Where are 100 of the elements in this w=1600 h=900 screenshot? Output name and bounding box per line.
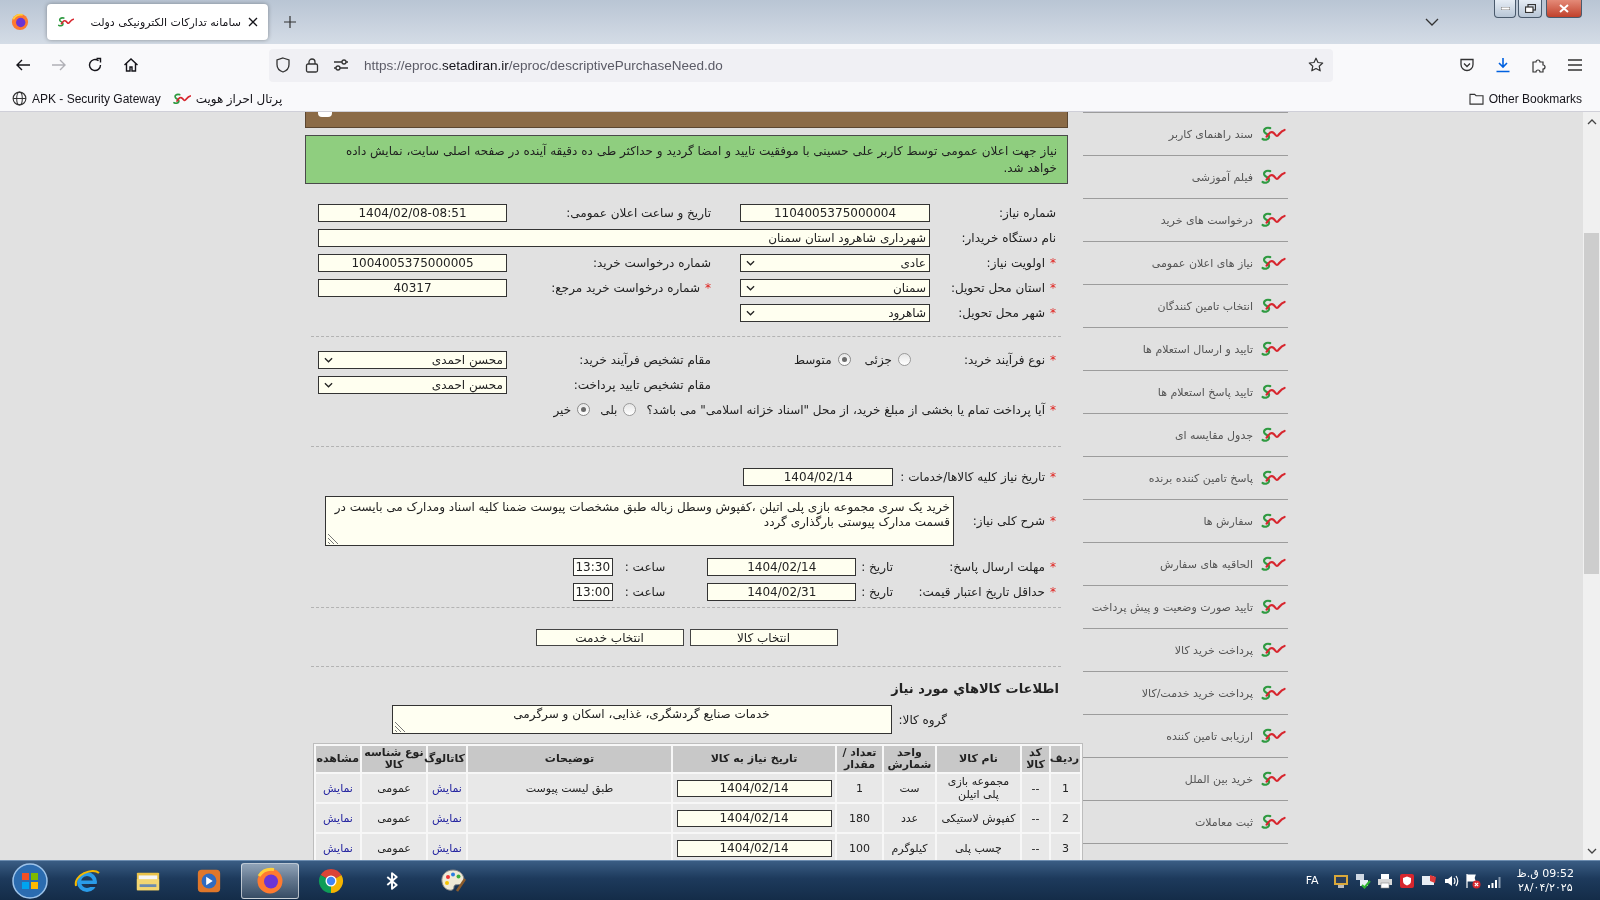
table-cell: چسب پلی xyxy=(937,834,1020,860)
restore-button[interactable] xyxy=(1518,0,1542,18)
select-field[interactable]: محسن احمدی xyxy=(318,375,507,394)
shield-tile-icon[interactable] xyxy=(1398,872,1415,889)
date-field[interactable]: 1404/02/31 xyxy=(707,582,857,601)
sidebar-item[interactable]: ثبت معاملات xyxy=(1083,801,1288,844)
show-link[interactable]: نمایش xyxy=(432,781,462,795)
scroll-up-icon[interactable] xyxy=(1586,119,1597,125)
reload-icon[interactable] xyxy=(87,57,103,73)
sidebar-item[interactable]: خرید بین الملل xyxy=(1083,758,1288,801)
browser-logo-icon[interactable] xyxy=(11,13,29,31)
column-header: توضیحات xyxy=(468,746,671,772)
radio-button[interactable] xyxy=(837,353,851,366)
radio-button[interactable] xyxy=(898,353,911,366)
sidebar-item[interactable]: سفارش ها xyxy=(1083,500,1288,543)
network-icon[interactable] xyxy=(1354,872,1371,889)
sidebar-item[interactable]: تایید پاسخ استعلام ها xyxy=(1083,371,1288,414)
show-link[interactable]: نمایش xyxy=(323,841,353,855)
success-message: نیاز جهت اعلان عمومی توسط کاربر علی حسینی با موفقیت تایید و امضا گردید و حداکثر طی ده دقیقه آینده در صفحه اصلی سایت، نمایش داده خواهد شد. xyxy=(305,135,1068,184)
time-field[interactable]: 13:30 xyxy=(572,557,613,576)
resize-grip-icon[interactable] xyxy=(327,532,339,544)
flag-alert-icon[interactable] xyxy=(1464,872,1481,889)
home-icon[interactable] xyxy=(123,57,139,73)
field-label: نام دستگاه خریدار: xyxy=(961,230,1056,245)
sidebar-item[interactable]: نیاز های اعلان عمومی xyxy=(1083,242,1288,285)
goods-group-field[interactable]: خدمات صنایع گردشگری، غذایی، اسکان و سرگرمی xyxy=(391,705,892,734)
sidebar-item[interactable]: فیلم آموزشی xyxy=(1083,156,1288,199)
radio-button[interactable] xyxy=(577,403,591,416)
sidebar-item[interactable]: جدول مقایسه ای xyxy=(1083,414,1288,457)
sidebar-item[interactable]: تایید صورت وضعیت و پیش پرداخت xyxy=(1083,586,1288,629)
bookmark-item[interactable]: پرتال احراز هویت xyxy=(170,91,283,106)
language-indicator[interactable]: FA xyxy=(1305,874,1319,887)
chevron-shield-icon[interactable] xyxy=(1459,57,1475,73)
plus-icon[interactable] xyxy=(284,16,296,28)
radio-button[interactable] xyxy=(623,403,637,416)
date-field[interactable]: 1404/02/14 xyxy=(707,557,857,576)
date-field[interactable]: 1404/02/14 xyxy=(676,809,832,827)
sidebar-item[interactable]: پرداخت خرید کالا xyxy=(1083,629,1288,672)
show-link[interactable]: نمایش xyxy=(432,841,462,855)
shield-icon[interactable] xyxy=(275,57,291,73)
chevron-down-icon[interactable] xyxy=(1425,18,1439,26)
scrollbar[interactable] xyxy=(1583,112,1600,860)
monitor-icon[interactable] xyxy=(1332,872,1349,889)
select-field[interactable]: عادی xyxy=(740,253,930,272)
lock-icon[interactable] xyxy=(304,57,320,73)
sidebar-item[interactable]: تایید و ارسال استعلام ها xyxy=(1083,328,1288,371)
select-item-button[interactable]: انتخاب کالا xyxy=(689,629,838,646)
star-icon[interactable] xyxy=(1308,57,1324,73)
taskbar-button[interactable] xyxy=(241,862,299,899)
text-field[interactable]: 1104005375000004 xyxy=(740,203,930,222)
browser-tab[interactable]: سامانه تدارکات الکترونیکی دولت xyxy=(47,4,268,40)
date-field[interactable]: 1404/02/14 xyxy=(676,779,832,797)
table-cell: طبق لیست پیوست xyxy=(468,774,671,802)
folder-icon xyxy=(1468,92,1484,105)
table-cell: 1 xyxy=(1051,774,1080,802)
select-field[interactable]: محسن احمدی xyxy=(318,350,507,369)
bookmark-item[interactable]: APK - Security Gateway xyxy=(12,91,161,106)
download-icon[interactable] xyxy=(1495,57,1511,73)
sidebar-item[interactable]: سند راهنمای کاربر xyxy=(1083,113,1288,156)
sidebar-item[interactable]: درخواست های خرید xyxy=(1083,199,1288,242)
address-bar[interactable]: https://eproc.setadiran.ir/eproc/descriptivePurchaseNeed.do xyxy=(269,48,1333,82)
date-field[interactable]: 1404/02/14 xyxy=(676,839,832,857)
scroll-thumb[interactable] xyxy=(1584,233,1599,574)
scroll-down-icon[interactable] xyxy=(1586,848,1597,854)
permissions-icon[interactable] xyxy=(333,57,349,73)
clock-time[interactable]: 09:52 ق.ظ xyxy=(1516,866,1574,881)
text-field[interactable]: 1404/02/08-08:51 xyxy=(318,203,507,222)
show-link[interactable]: نمایش xyxy=(323,811,353,825)
table-cell: کیلوگرم xyxy=(884,834,935,860)
resize-grip-icon[interactable] xyxy=(393,720,406,732)
required-mark: * xyxy=(1050,255,1056,270)
select-item-button[interactable]: انتخاب خدمت xyxy=(535,629,684,646)
date-field[interactable]: 1404/02/14 xyxy=(743,467,894,486)
description-field[interactable]: خرید یک سری مجموعه بازی پلی اتیلن ،کفپوش وسطل زباله طبق مشخصات پیوست ضمنا کلیه اسناد ومدارک می بایست در قسمت مدارک پیوستی بارگذاری گردد xyxy=(325,496,954,546)
printer-icon[interactable] xyxy=(1376,872,1393,889)
sidebar-item[interactable]: پرداخت خرید خدمت/کالا xyxy=(1083,672,1288,715)
show-link[interactable]: نمایش xyxy=(432,811,462,825)
select-field[interactable]: شاهرود xyxy=(740,303,930,322)
menu-icon[interactable] xyxy=(1567,57,1583,73)
handle-icon[interactable] xyxy=(318,112,332,117)
puzzle-icon[interactable] xyxy=(1531,57,1547,73)
sidebar-item[interactable]: ارزیابی تامین کننده xyxy=(1083,715,1288,758)
field-label: شرح کلی نیاز: xyxy=(972,514,1045,528)
close-window-button[interactable] xyxy=(1546,0,1582,18)
text-field[interactable]: شهرداری شاهرود استان سمنان xyxy=(318,228,930,247)
show-link[interactable]: نمایش xyxy=(323,781,353,795)
globe-icon xyxy=(12,91,27,106)
close-icon[interactable] xyxy=(248,17,258,27)
select-field[interactable]: سمنان xyxy=(740,278,930,297)
bookmark-folder[interactable]: Other Bookmarks xyxy=(1468,91,1582,106)
minimize-button[interactable] xyxy=(1494,0,1516,18)
text-field[interactable]: 40317 xyxy=(318,278,507,297)
back-icon[interactable] xyxy=(15,57,31,73)
sidebar-item[interactable]: انتخاب تامین کنندگان xyxy=(1083,285,1288,328)
text-field[interactable]: 1004005375000005 xyxy=(318,253,507,272)
sidebar-item[interactable]: الحاقیه های سفارش xyxy=(1083,543,1288,586)
sidebar-item[interactable]: پاسخ تامین کننده برنده xyxy=(1083,457,1288,500)
required-mark: * xyxy=(1050,514,1056,528)
clock-date[interactable]: ۲۸/۰۴/۲۰۲۵ xyxy=(1517,880,1573,895)
time-field[interactable]: 13:00 xyxy=(572,582,613,601)
